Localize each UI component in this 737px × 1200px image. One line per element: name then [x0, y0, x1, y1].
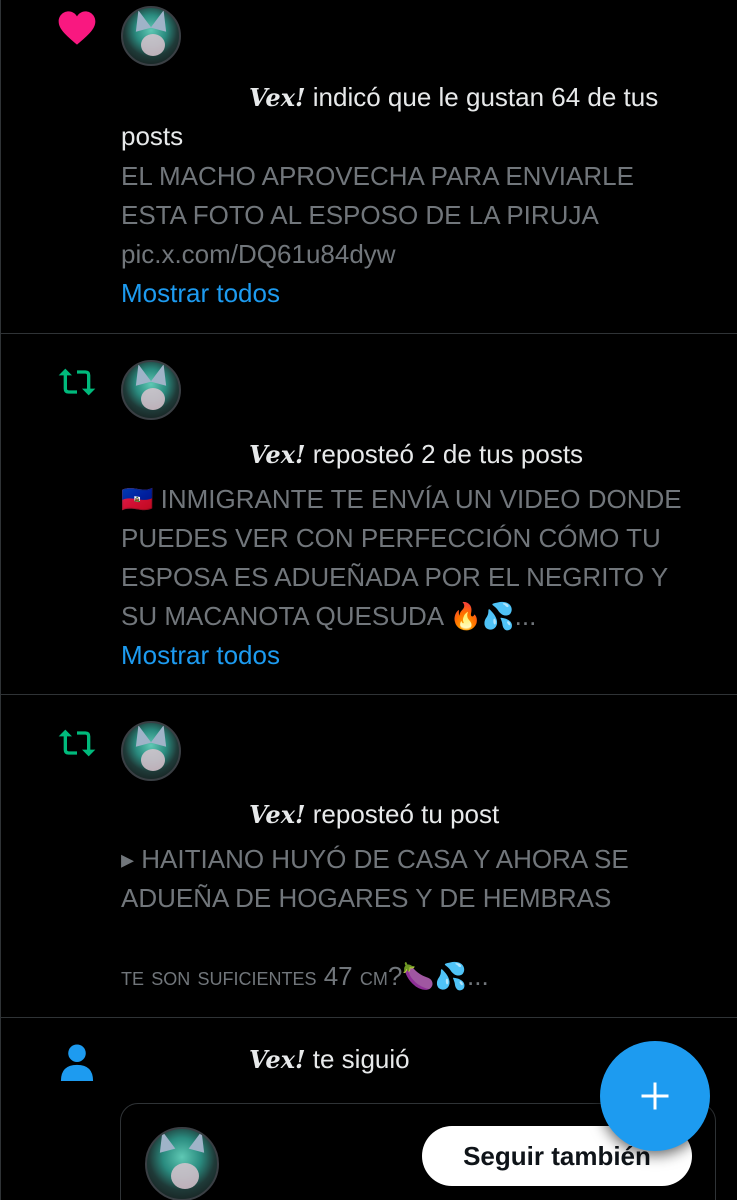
post-text-line: ▸ HAITIANO HUYÓ DE CASA Y AHORA SE [121, 844, 629, 874]
post-text-line: 🇭🇹 INMIGRANTE TE ENVÍA UN VIDEO DONDE [121, 484, 682, 514]
action-text: reposteó 2 de tus posts [312, 439, 584, 469]
heart-icon [57, 8, 97, 48]
notification-repost[interactable]: Vex! reposteó tu post ▸ HAITIANO HUYÓ DE… [0, 695, 737, 1018]
post-text-line: EL MACHO APROVECHA PARA ENVIARLE [121, 161, 634, 191]
plus-icon [641, 1082, 669, 1110]
user-name[interactable]: Vex! [249, 1045, 306, 1074]
user-name[interactable]: Vex! [249, 83, 306, 112]
action-text-continued: posts [121, 121, 184, 151]
show-all-link[interactable]: Mostrar todos [121, 639, 280, 671]
repost-icon [57, 723, 97, 763]
notification-headline: Vex! reposteó 2 de tus posts [121, 438, 583, 471]
post-text-line: SU MACANOTA QUESUDA 🔥💦... [121, 601, 537, 631]
notification-headline: Vex! indicó que le gustan 64 de tus [121, 81, 658, 114]
avatar[interactable] [121, 6, 181, 66]
notifications-feed: Vex! indicó que le gustan 64 de tus post… [0, 0, 737, 1200]
user-name[interactable]: Vex! [249, 800, 306, 829]
notification-repost[interactable]: Vex! reposteó 2 de tus posts 🇭🇹 INMIGRAN… [0, 334, 737, 695]
avatar[interactable] [121, 721, 181, 781]
action-text: indicó que le gustan 64 de tus [312, 82, 659, 112]
user-name[interactable]: Vex! [249, 440, 306, 469]
post-text-line: te son suficientes 47 cm?🍆💦... [121, 961, 489, 991]
action-text: te siguió [312, 1044, 410, 1074]
post-text-line: ESTA FOTO AL ESPOSO DE LA PIRUJA [121, 200, 599, 230]
action-text: reposteó tu post [312, 799, 500, 829]
repost-icon [57, 362, 97, 402]
avatar[interactable] [145, 1127, 219, 1200]
post-text-line: ADUEÑA DE HOGARES Y DE HEMBRAS [121, 883, 612, 913]
person-icon [57, 1042, 97, 1082]
post-text-line: PUEDES VER CON PERFECCIÓN CÓMO TU [121, 523, 661, 553]
notification-headline: Vex! te siguió [121, 1043, 410, 1076]
notification-like[interactable]: Vex! indicó que le gustan 64 de tus post… [0, 0, 737, 334]
post-text-line: ESPOSA ES ADUEÑADA POR EL NEGRITO Y [121, 562, 669, 592]
avatar[interactable] [121, 360, 181, 420]
show-all-link[interactable]: Mostrar todos [121, 277, 280, 309]
post-link-text: pic.x.com/DQ61u84dyw [121, 239, 396, 269]
compose-button[interactable] [600, 1041, 710, 1151]
notification-headline: Vex! reposteó tu post [121, 798, 499, 831]
